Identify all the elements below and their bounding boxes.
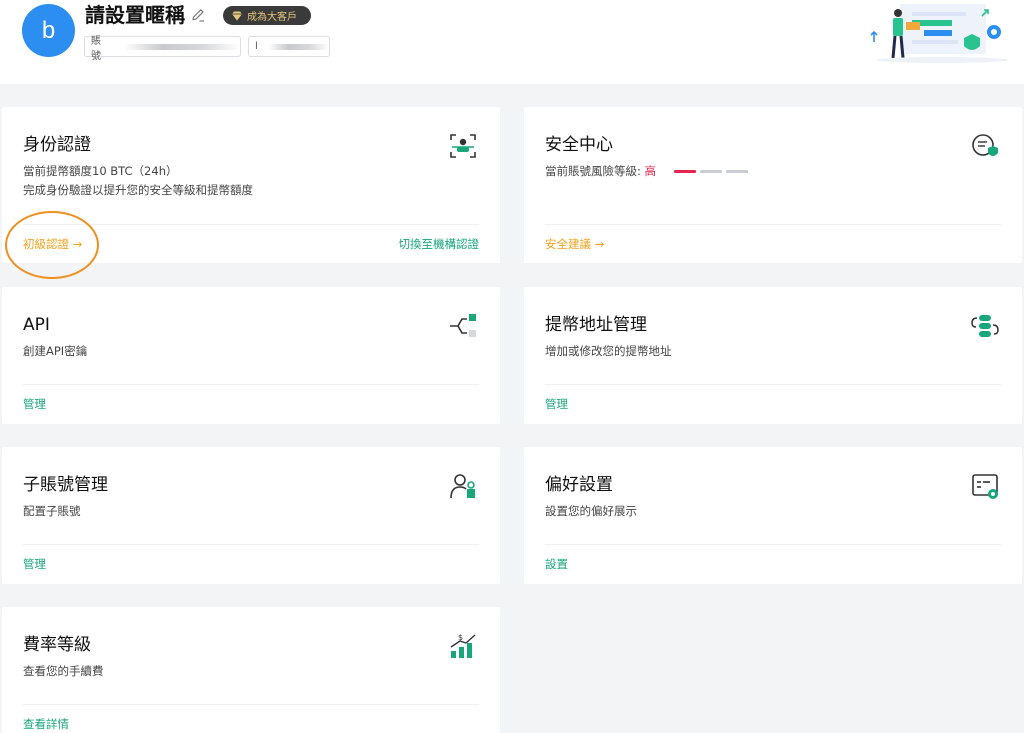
api-connect-icon (450, 314, 476, 337)
subaccount-user-icon (450, 474, 475, 499)
risk-level-value: 高 (644, 164, 657, 178)
card-divider (23, 544, 479, 545)
card-title: 偏好設置 (545, 475, 613, 495)
risk-level-bars (673, 170, 748, 173)
subaccount-manage-link[interactable]: 管理 (23, 557, 46, 571)
address-list-icon (971, 315, 999, 337)
security-shield-icon (972, 134, 998, 156)
card-desc: 設置您的偏好展示 (545, 504, 637, 518)
account-overview-page: b 請設置暱稱 成為大客戶 賬號 l 身份認證 當前提幣額度10 BTC（24h… (0, 0, 1024, 733)
card-fee-level: 費率等級 查看您的手續費 $ 查看詳情 (2, 607, 500, 733)
profile-header: b 請設置暱稱 成為大客戶 賬號 l (0, 0, 1024, 84)
uid-field: l (248, 36, 330, 57)
uid-label: l (255, 41, 258, 52)
diamond-icon (232, 11, 242, 20)
institution-verification-link[interactable]: 切換至機構認證 (399, 237, 480, 251)
uid-masked-value (267, 43, 329, 50)
card-desc-risk: 當前賬號風險等級: 高 (545, 164, 748, 178)
card-desc-limit: 當前提幣額度10 BTC（24h） (23, 164, 178, 178)
card-divider (545, 544, 1001, 545)
vip-customer-label: 成為大客戶 (247, 12, 297, 23)
risk-bar (725, 170, 748, 173)
card-title: API (23, 315, 50, 335)
card-title: 提幣地址管理 (545, 315, 647, 335)
account-masked-value (124, 43, 240, 50)
card-withdrawal-address: 提幣地址管理 增加或修改您的提幣地址 管理 (524, 287, 1022, 424)
preferences-settings-icon (972, 474, 998, 499)
card-api: API 創建API密鑰 管理 (2, 287, 500, 424)
security-illustration (870, 4, 1008, 63)
card-security-center: 安全中心 當前賬號風險等級: 高 安全建議 → (524, 107, 1022, 263)
card-divider (23, 384, 479, 385)
card-title: 子賬號管理 (23, 475, 108, 495)
account-label: 賬號 (91, 35, 101, 62)
nickname-label: 請設置暱稱 (85, 3, 185, 27)
card-desc: 創建API密鑰 (23, 344, 88, 358)
card-preferences: 偏好設置 設置您的偏好展示 設置 (524, 447, 1022, 584)
risk-label: 當前賬號風險等級: (545, 164, 645, 178)
card-divider (23, 704, 479, 705)
fee-details-link[interactable]: 查看詳情 (23, 717, 69, 731)
card-divider (545, 224, 1001, 225)
card-subaccount: 子賬號管理 配置子賬號 管理 (2, 447, 500, 584)
fee-chart-icon: $ (450, 633, 476, 658)
card-title: 費率等級 (23, 635, 91, 655)
card-title: 身份認證 (23, 135, 91, 155)
card-divider (545, 384, 1001, 385)
svg-text:$: $ (458, 633, 463, 642)
avatar[interactable]: b (22, 4, 75, 57)
risk-bar (699, 170, 722, 173)
withdrawal-manage-link[interactable]: 管理 (545, 397, 568, 411)
preferences-settings-link[interactable]: 設置 (545, 557, 568, 571)
security-advice-link[interactable]: 安全建議 → (545, 237, 604, 251)
risk-bar (673, 170, 696, 173)
edit-pencil-icon[interactable] (190, 7, 206, 23)
card-desc-info: 完成身份驗證以提升您的安全等級和提幣額度 (23, 183, 253, 197)
card-desc: 增加或修改您的提幣地址 (545, 344, 672, 358)
card-desc: 查看您的手續費 (23, 664, 104, 678)
highlight-circle (5, 211, 99, 279)
card-desc: 配置子賬號 (23, 504, 81, 518)
vip-customer-button[interactable]: 成為大客戶 (223, 6, 311, 25)
api-manage-link[interactable]: 管理 (23, 397, 46, 411)
card-title: 安全中心 (545, 135, 613, 155)
account-field: 賬號 (84, 36, 241, 62)
card-divider (23, 224, 479, 225)
id-scan-icon (450, 134, 476, 158)
